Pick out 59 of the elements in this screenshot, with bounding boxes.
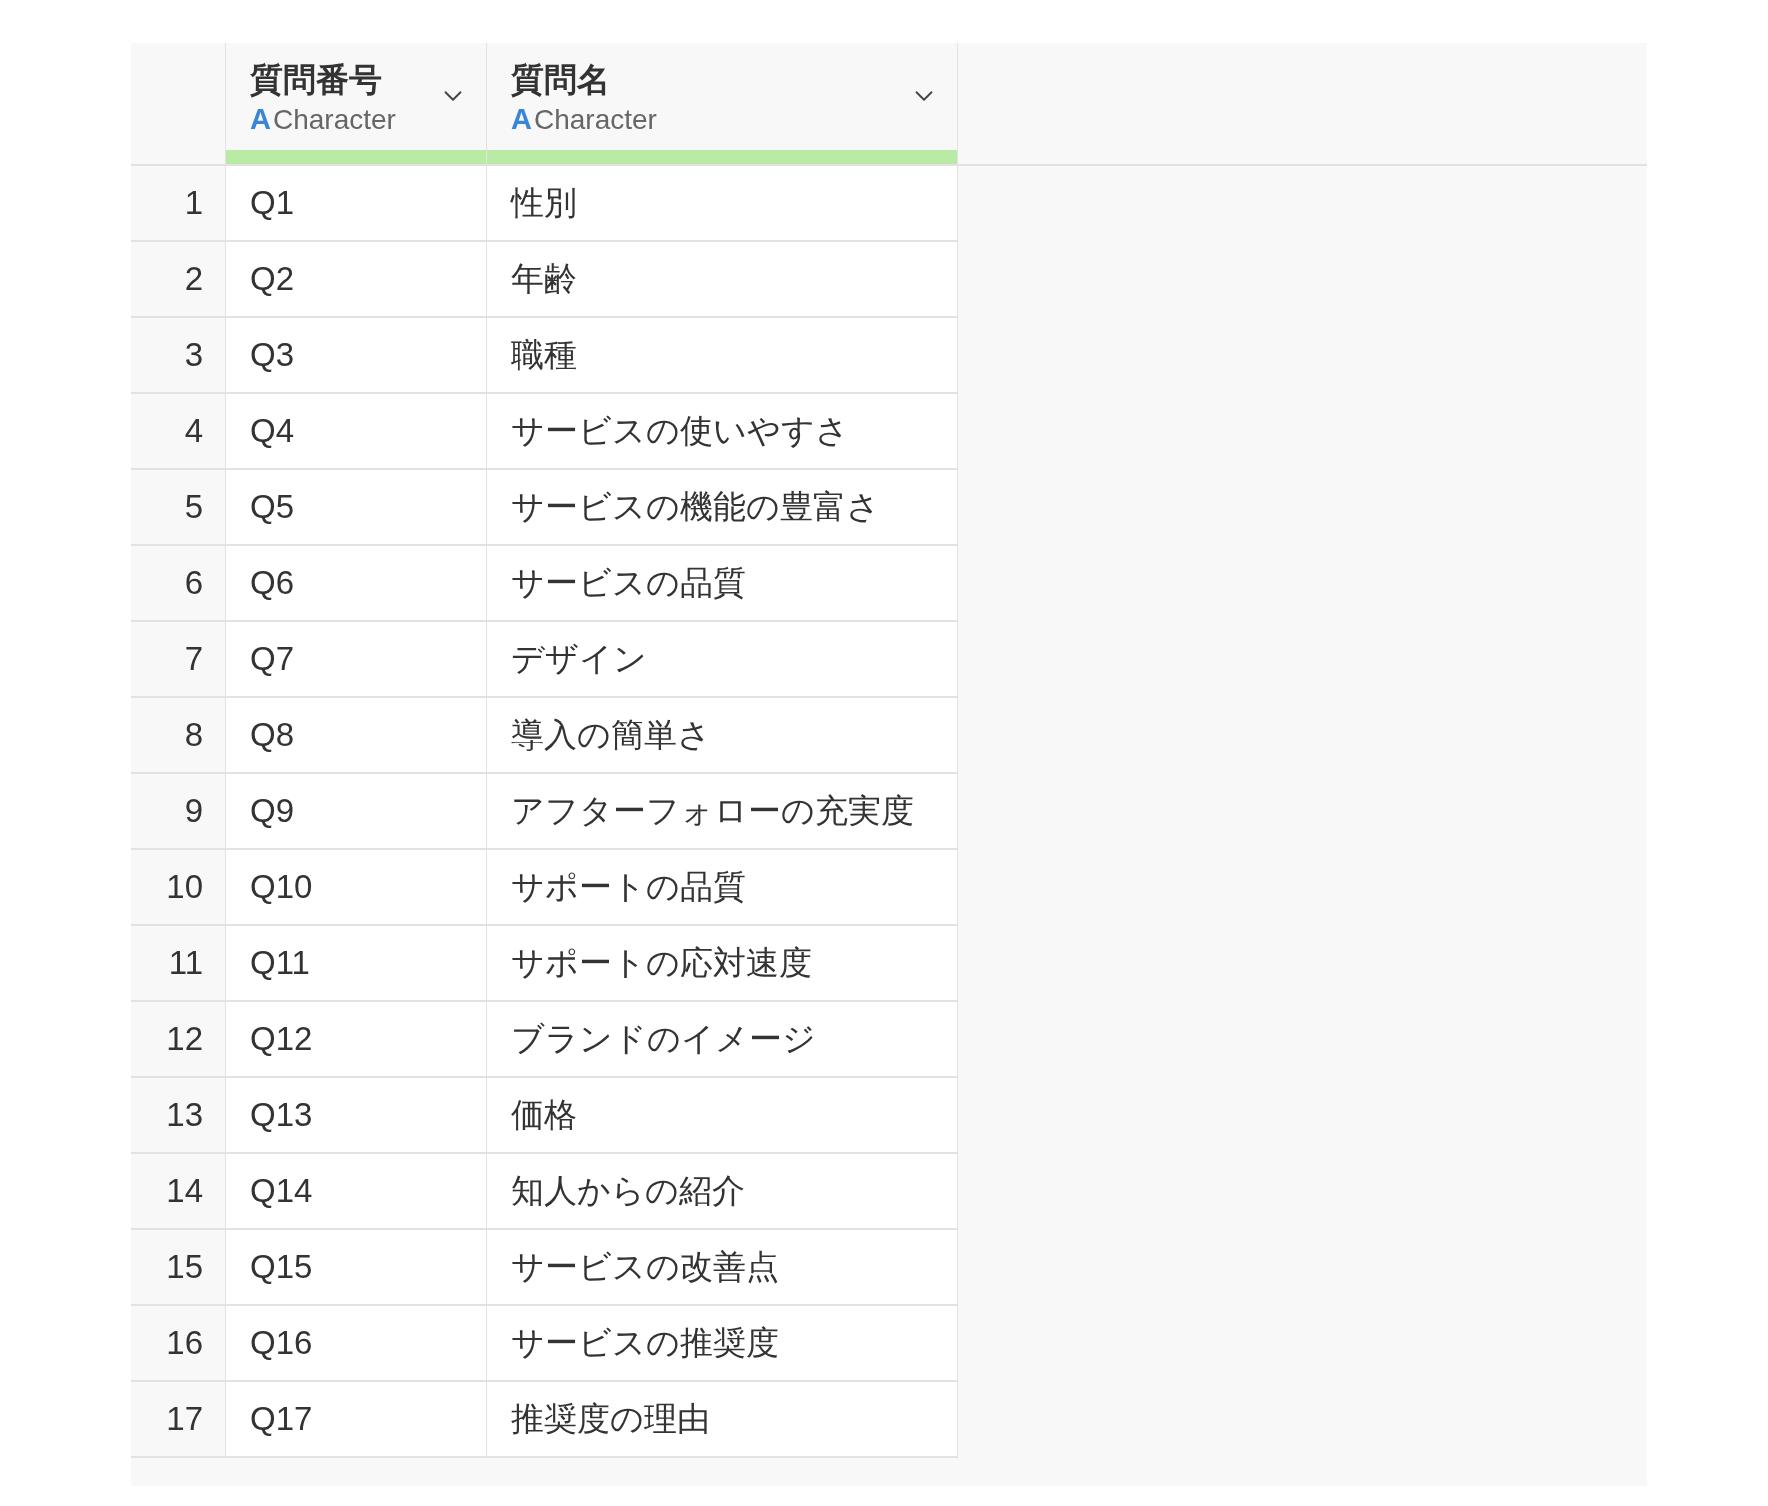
table-cell: Q8 xyxy=(226,698,487,774)
table-cell: Q14 xyxy=(226,1154,487,1230)
table-cell: 推奨度の理由 xyxy=(487,1382,958,1458)
table-cell: 導入の簡単さ xyxy=(487,698,958,774)
table-cell: 職種 xyxy=(487,318,958,394)
table-cell: Q5 xyxy=(226,470,487,546)
table-cell: Q9 xyxy=(226,774,487,850)
table-cell: Q4 xyxy=(226,394,487,470)
table-cell: サービスの改善点 xyxy=(487,1230,958,1306)
table-cell: Q1 xyxy=(226,166,487,242)
table-cell: 価格 xyxy=(487,1078,958,1154)
row-number: 8 xyxy=(184,715,203,756)
table-cell: 知人からの紹介 xyxy=(487,1154,958,1230)
column-type: Character xyxy=(533,103,657,137)
table-cell: Q16 xyxy=(226,1306,487,1382)
column-title: 質問名 xyxy=(511,60,611,100)
table-cell: Q3 xyxy=(226,318,487,394)
row-number: 4 xyxy=(184,411,203,452)
table-cell: Q2 xyxy=(226,242,487,318)
table-cell: ブランドのイメージ xyxy=(487,1002,958,1078)
table-cell: アフターフォローの充実度 xyxy=(487,774,958,850)
table-cell: Q12 xyxy=(226,1002,487,1078)
table-cell: Q6 xyxy=(226,546,487,622)
column-header[interactable]: 質問番号 ACharacter xyxy=(226,43,487,164)
row-number: 13 xyxy=(166,1095,203,1136)
table-cell: サポートの品質 xyxy=(487,850,958,926)
row-number: 17 xyxy=(166,1399,203,1440)
table-cell: デザイン xyxy=(487,622,958,698)
row-number: 2 xyxy=(184,259,203,300)
row-number: 16 xyxy=(166,1323,203,1364)
table-cell: Q15 xyxy=(226,1230,487,1306)
row-number: 14 xyxy=(166,1171,203,1212)
type-icon: A xyxy=(250,101,271,137)
row-number: 9 xyxy=(184,791,203,832)
table-cell: 年齢 xyxy=(487,242,958,318)
row-number: 1 xyxy=(184,183,203,224)
row-number: 11 xyxy=(168,943,203,984)
table-cell: サービスの推奨度 xyxy=(487,1306,958,1382)
row-number: 15 xyxy=(166,1247,203,1288)
column-type: Character xyxy=(272,103,396,137)
table-cell: サービスの使いやすさ xyxy=(487,394,958,470)
table-cell: サービスの品質 xyxy=(487,546,958,622)
table-cell: サービスの機能の豊富さ xyxy=(487,470,958,546)
row-number: 6 xyxy=(184,563,203,604)
row-number: 12 xyxy=(166,1019,203,1060)
column-title: 質問番号 xyxy=(250,60,383,100)
column-header[interactable]: 質問名 ACharacter xyxy=(487,43,958,164)
table-cell: 性別 xyxy=(487,166,958,242)
row-number: 10 xyxy=(166,867,203,908)
type-icon: A xyxy=(511,101,532,137)
row-number: 7 xyxy=(184,639,203,680)
table-cell: Q7 xyxy=(226,622,487,698)
row-number: 5 xyxy=(184,487,203,528)
table-cell: Q13 xyxy=(226,1078,487,1154)
table-cell: Q17 xyxy=(226,1382,487,1458)
table-cell: Q10 xyxy=(226,850,487,926)
row-number: 3 xyxy=(184,335,203,376)
table-cell: Q11 xyxy=(226,926,487,1002)
table-cell: サポートの応対速度 xyxy=(487,926,958,1002)
